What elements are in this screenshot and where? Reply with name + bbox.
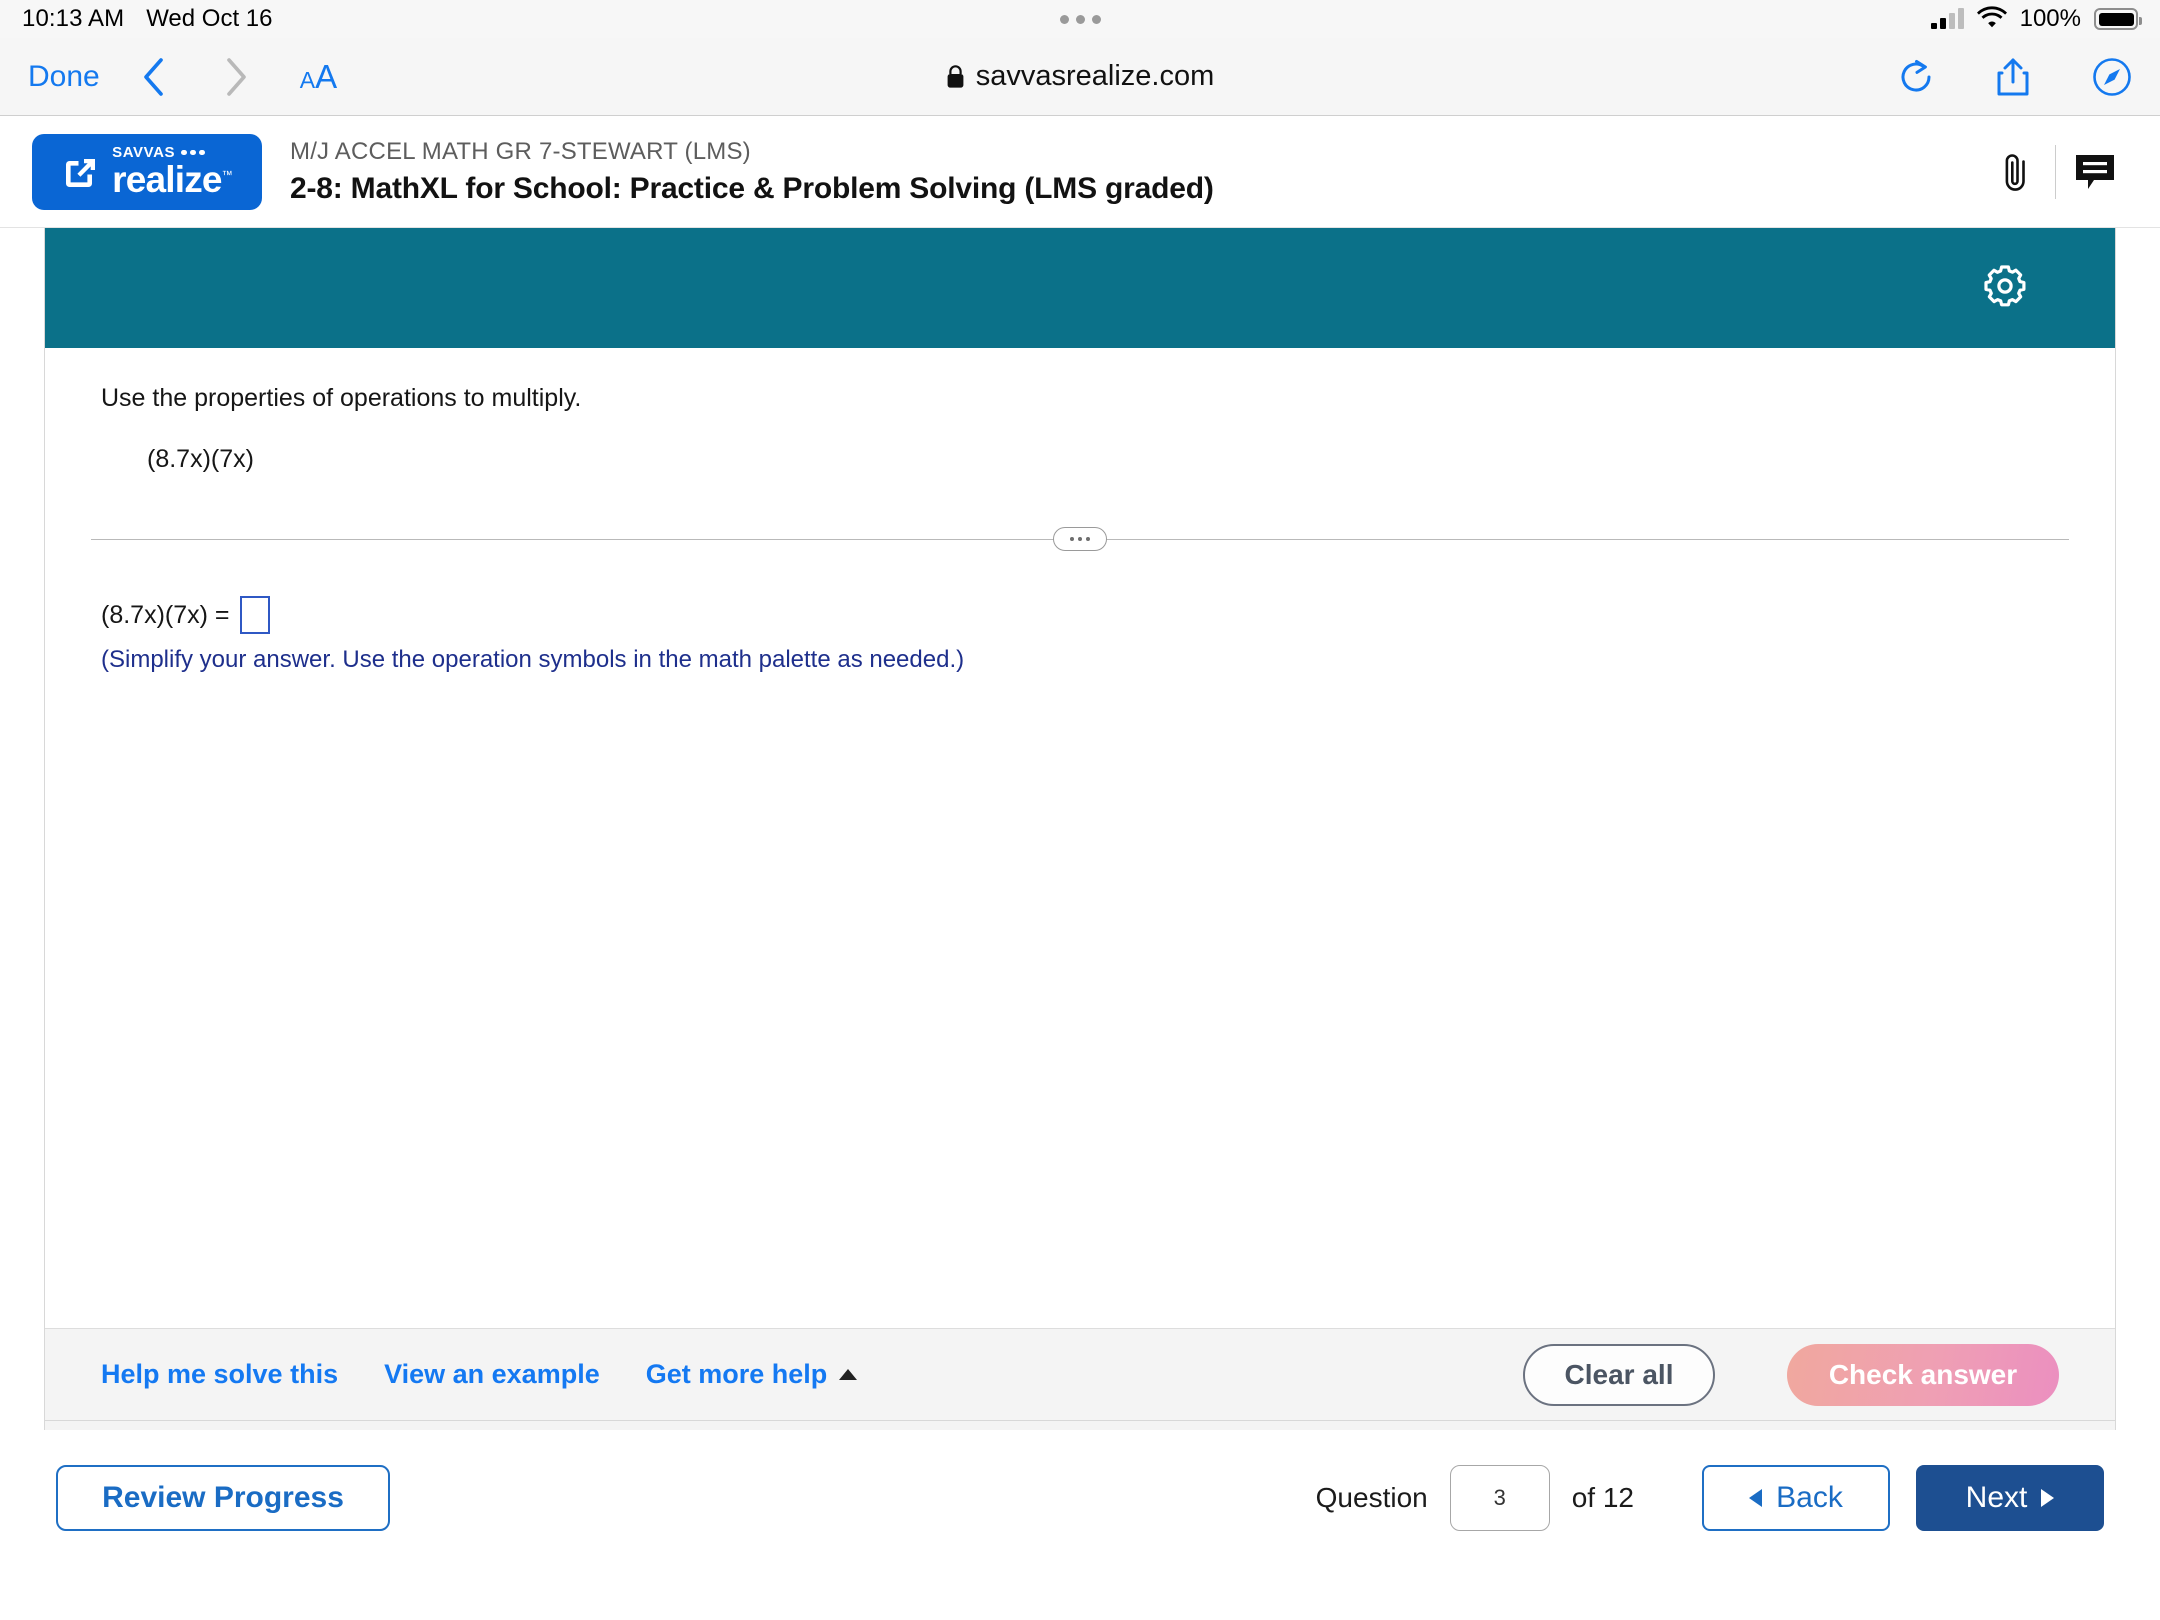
question-navigation: Question of 12 Back Next: [1316, 1465, 2104, 1531]
ellipsis-icon: [1059, 14, 1101, 24]
browser-navigation: [142, 57, 248, 96]
answer-hint: (Simplify your answer. Use the operation…: [101, 646, 965, 673]
question-divider: [45, 524, 2115, 554]
answer-equation-prefix: (8.7x)(7x) =: [101, 600, 230, 629]
question-expression: (8.7x)(7x): [147, 445, 254, 473]
question-body: Use the properties of operations to mult…: [45, 348, 2115, 1328]
url-text: savvasrealize.com: [975, 60, 1215, 92]
view-an-example-link[interactable]: View an example: [384, 1359, 600, 1390]
next-button-nav[interactable]: Next: [1916, 1465, 2104, 1531]
clear-all-button[interactable]: Clear all: [1523, 1343, 1715, 1406]
help-bar: Help me solve this View an example Get m…: [45, 1328, 2115, 1420]
back-button-nav[interactable]: Back: [1702, 1465, 1890, 1531]
mathxl-exercise-frame: Use the properties of operations to mult…: [44, 228, 2116, 1430]
frame-bottom-edge: [45, 1420, 2115, 1430]
logo-savvas-label: SAVVAS: [112, 144, 176, 161]
logo-trademark: ™: [221, 169, 233, 182]
share-icon[interactable]: [1996, 57, 2030, 97]
help-me-solve-this-link[interactable]: Help me solve this: [101, 1359, 338, 1390]
app-header: SAVVAS realize™ M/J ACCEL MATH GR 7-STEW…: [0, 116, 2160, 228]
check-answer-button[interactable]: Check answer: [1787, 1343, 2059, 1406]
logo-dots-icon: [181, 149, 205, 156]
ellipsis-pill-icon[interactable]: [1053, 527, 1107, 551]
assignment-title: 2-8: MathXL for School: Practice & Probl…: [290, 171, 1214, 205]
view-an-example-label: View an example: [384, 1359, 600, 1389]
savvas-realize-logo[interactable]: SAVVAS realize™: [32, 133, 262, 210]
question-prompt: Use the properties of operations to mult…: [101, 384, 582, 412]
logo-realize-label: realize: [112, 159, 222, 200]
text-size-large-a: A: [315, 57, 338, 95]
back-label: Back: [1776, 1481, 1843, 1514]
status-bar-clock: 10:13 AM: [22, 5, 125, 32]
ios-status-bar: 10:13 AM Wed Oct 16 100%: [0, 0, 2160, 38]
header-actions: [1977, 144, 2134, 199]
external-link-square-icon: [62, 153, 100, 191]
done-button[interactable]: Done: [28, 60, 100, 94]
text-size-button[interactable]: A A: [300, 58, 337, 96]
answer-block: (8.7x)(7x) = (Simplify your answer. Use …: [45, 596, 2115, 674]
safari-compass-icon[interactable]: [2092, 57, 2132, 97]
answer-line: (8.7x)(7x) =: [101, 596, 2115, 634]
gear-icon[interactable]: [1983, 264, 2027, 313]
forward-button: [226, 57, 248, 96]
text-size-small-a: A: [299, 66, 316, 93]
reload-icon[interactable]: [1900, 59, 1934, 95]
comment-bubble-icon[interactable]: [2056, 152, 2134, 192]
course-name: M/J ACCEL MATH GR 7-STEWART (LMS): [290, 137, 751, 165]
tab-group-dots: [0, 0, 2160, 38]
logo-realize-text: realize™: [112, 159, 233, 200]
help-me-solve-this-label: Help me solve this: [101, 1359, 339, 1389]
status-bar-date: Wed Oct 16: [146, 5, 273, 32]
question-total-label: of 12: [1571, 1482, 1634, 1513]
get-more-help-label: Get more help: [645, 1359, 828, 1389]
question-number-input[interactable]: [1449, 1465, 1550, 1531]
safari-toolbar-actions: [1900, 57, 2132, 97]
caret-up-icon: [839, 1369, 858, 1380]
answer-input[interactable]: [239, 596, 270, 634]
get-more-help-link[interactable]: Get more help: [646, 1359, 858, 1390]
status-bar-right: 100%: [1930, 5, 2142, 33]
logo-savvas-text: SAVVAS: [112, 145, 205, 160]
triangle-right-icon: [2041, 1489, 2055, 1507]
bottom-navigation: Review Progress Question of 12 Back Next: [0, 1430, 2160, 1566]
exercise-toolbar: [45, 228, 2115, 348]
triangle-left-icon: [1749, 1489, 1763, 1507]
back-button[interactable]: [142, 57, 164, 96]
paperclip-icon[interactable]: [1977, 149, 2055, 195]
answer-action-buttons: Clear all Check answer: [1523, 1343, 2059, 1406]
status-bar-left: 10:13 AM Wed Oct 16: [22, 5, 272, 33]
battery-percent-label: 100%: [2019, 5, 2081, 32]
safari-toolbar: Done A A savvasrealize.com: [0, 38, 2160, 116]
question-label: Question: [1315, 1482, 1428, 1513]
lock-icon: [946, 64, 965, 89]
signal-bars-icon: [1930, 8, 1964, 29]
header-titles: M/J ACCEL MATH GR 7-STEWART (LMS) 2-8: M…: [290, 138, 1214, 206]
logo-wordmark: SAVVAS realize™: [112, 145, 233, 200]
next-label: Next: [1965, 1481, 2028, 1514]
battery-icon: [2094, 8, 2142, 30]
wifi-icon: [1976, 5, 2007, 33]
review-progress-button[interactable]: Review Progress: [56, 1465, 390, 1531]
